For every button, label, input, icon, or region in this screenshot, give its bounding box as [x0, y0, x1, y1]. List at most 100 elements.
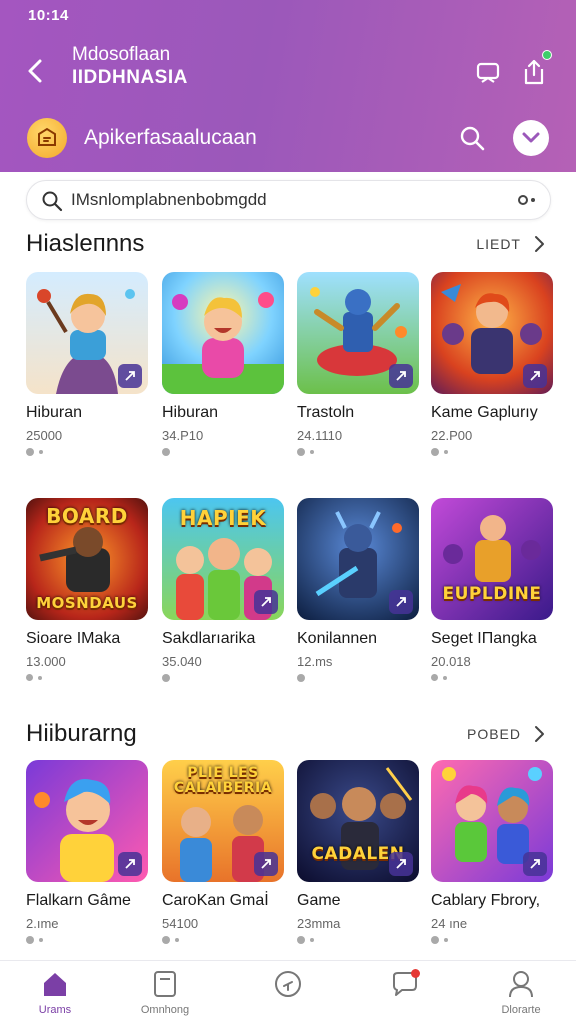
game-downloads: 22.P00 [431, 428, 473, 443]
game-title: Hiburan [26, 404, 83, 421]
game-title: Game [297, 892, 341, 909]
game-title: Sioare IMaka [26, 630, 121, 647]
game-card[interactable]: Kame Gaplurıy 22.P00 [431, 272, 553, 456]
game-thumbnail [431, 272, 553, 394]
notification-dot [542, 50, 552, 60]
game-thumbnail [297, 498, 419, 620]
nav-label: Dlorarte [501, 1004, 541, 1016]
nav-item-messages[interactable] [360, 969, 450, 1024]
play-badge-icon [523, 364, 547, 388]
section-see-all-link[interactable]: LIEDT [476, 236, 521, 252]
chevron-down-icon [522, 132, 540, 143]
game-thumbnail: EUPLDINE [431, 498, 553, 620]
play-badge-icon [389, 364, 413, 388]
expand-button[interactable] [513, 120, 549, 156]
document-icon [150, 969, 180, 999]
app-header: 10:14 Mdosoflaan IIDDHNASIA Apikerfasaal… [0, 0, 576, 172]
nav-item-profile[interactable]: Dlorarte [476, 969, 566, 1024]
section-see-all-link[interactable]: POBED [467, 726, 521, 742]
promo-text: Apikerfasaalucaan [84, 126, 257, 149]
back-button[interactable] [20, 56, 50, 86]
play-badge-icon [254, 590, 278, 614]
game-thumbnail [297, 272, 419, 394]
nav-item-documents[interactable]: Omnhong [120, 969, 210, 1024]
section-title: Hiiburarng [26, 720, 137, 747]
store-logo-icon [27, 118, 67, 158]
banner-text: HAPIEK [179, 506, 267, 530]
chevron-right-icon[interactable] [529, 723, 549, 745]
game-downloads: 23mma [297, 916, 341, 931]
search-bar[interactable] [26, 180, 551, 220]
play-badge-icon [118, 852, 142, 876]
play-badge-icon [254, 852, 278, 876]
cast-icon [476, 62, 500, 83]
game-title: Sakdlarıarika [162, 630, 256, 647]
game-title: Trastoln [297, 404, 355, 421]
play-badge-icon [389, 590, 413, 614]
game-downloads: 24.1110 [297, 428, 343, 443]
rating-dots [431, 448, 553, 456]
rating-dots [26, 674, 148, 681]
game-card[interactable]: BOARD MOSNDAUS Sioare IMaka 13.000 [26, 498, 148, 681]
rating-dots [162, 448, 284, 456]
game-downloads: 24 ıne [431, 916, 468, 931]
game-downloads: 20.018 [431, 654, 471, 669]
cast-button[interactable] [472, 56, 504, 88]
game-card[interactable]: PLIE LES CALAIBERIA CaroKan Gmaİ 54100 [162, 760, 284, 944]
rating-dots [162, 674, 284, 682]
section-header: Hiasleпnns LIEDT [26, 230, 551, 260]
game-title: Seget IПangka [431, 630, 537, 647]
compass-icon [273, 969, 303, 999]
rating-dots [431, 936, 553, 944]
profile-icon [506, 969, 536, 999]
game-card[interactable]: EUPLDINE Seget IПangka 20.018 [431, 498, 553, 681]
game-title: Hiburan [162, 404, 219, 421]
chevron-right-icon[interactable] [529, 233, 549, 255]
game-downloads: 35.040 [162, 654, 202, 669]
section-title: Hiasleпnns [26, 230, 145, 257]
search-options-icon[interactable] [516, 190, 538, 210]
game-thumbnail: CADALEN [297, 760, 419, 882]
status-time: 10:14 [28, 7, 69, 24]
notification-dot [411, 969, 420, 978]
game-card[interactable]: Flalkarn Gâme 2.ıme [26, 760, 148, 944]
nav-label: Omnhong [140, 1004, 190, 1016]
nav-item-home[interactable]: Urams [10, 969, 100, 1024]
banner-text: MOSNDAUS [36, 594, 138, 612]
game-downloads: 54100 [162, 916, 199, 931]
share-icon [524, 59, 544, 85]
game-downloads: 34.P10 [162, 428, 204, 443]
game-thumbnail [26, 272, 148, 394]
game-thumbnail: HAPIEK [162, 498, 284, 620]
play-badge-icon [118, 364, 142, 388]
search-input[interactable] [71, 187, 491, 213]
game-card[interactable]: CADALEN Game 23mma [297, 760, 419, 944]
rating-dots [431, 674, 553, 681]
header-search-button[interactable] [454, 120, 490, 156]
share-button[interactable] [518, 50, 552, 88]
home-icon [40, 969, 70, 999]
bottom-navigation: Urams Omnhong Dlorarte [0, 960, 576, 1024]
game-thumbnail: BOARD MOSNDAUS [26, 498, 148, 620]
rating-dots [297, 674, 419, 682]
nav-item-explore[interactable] [243, 969, 333, 1024]
game-card[interactable]: Konilannen 12.ms [297, 498, 419, 682]
banner-text: PLIE LES CALAIBERIA [173, 765, 273, 796]
game-title: Konilannen [297, 630, 378, 647]
promo-bar[interactable]: Apikerfasaalucaan [0, 112, 576, 164]
game-card[interactable]: Hiburan 25000 [26, 272, 148, 456]
game-card[interactable]: Trastoln 24.1110 [297, 272, 419, 456]
play-badge-icon [523, 852, 547, 876]
rating-dots [26, 448, 148, 456]
banner-text: BOARD [46, 504, 128, 528]
game-card[interactable]: Cablary Fbrory, 24 ıne [431, 760, 553, 944]
game-title: Cablary Fbrory, [431, 892, 541, 909]
game-card[interactable]: HAPIEK Sakdlarıarika 35.040 [162, 498, 284, 682]
rating-dots [162, 936, 284, 944]
game-card[interactable]: Hiburan 34.P10 [162, 272, 284, 456]
chevron-left-icon [28, 59, 42, 83]
rating-dots [297, 448, 419, 456]
game-thumbnail [26, 760, 148, 882]
play-badge-icon [389, 852, 413, 876]
nav-label: Urams [38, 1004, 72, 1016]
